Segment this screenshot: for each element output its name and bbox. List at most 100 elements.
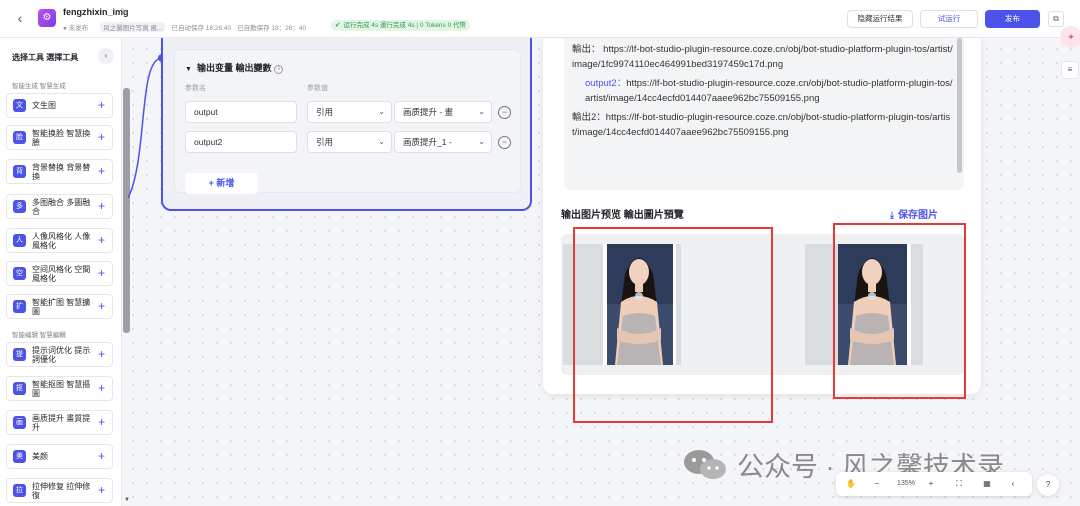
zoom-in-icon[interactable]: + xyxy=(924,477,938,491)
chevron-down-icon: ⌄ xyxy=(478,137,485,146)
tool-item-quality-enhance[interactable]: 画 画质提升 畫質提升 + xyxy=(6,410,113,435)
add-icon[interactable]: + xyxy=(98,165,105,178)
wechat-logo-icon xyxy=(684,449,726,479)
tool-label: 拉伸修复 拉伸修復 xyxy=(32,482,91,500)
prompt-optimize-icon: 提 xyxy=(13,348,26,361)
param-ref-value: 画质提升_1 - xyxy=(403,137,452,147)
column-header-value: 参数值 xyxy=(307,85,328,92)
param-type-select[interactable]: 引用 ⌄ xyxy=(307,101,392,123)
add-icon[interactable]: + xyxy=(98,382,105,395)
workflow-description: 风之馨图片写真 風... xyxy=(100,21,166,32)
hide-result-button[interactable]: 隐藏运行结果 xyxy=(847,10,913,28)
tool-label: 文生图 xyxy=(32,101,56,110)
app-name: fengzhixin_img xyxy=(63,7,129,17)
tool-item-space-stylize[interactable]: 空 空间风格化 空間風格化 + xyxy=(6,261,113,286)
portrait-stylize-icon: 人 xyxy=(13,234,26,247)
minimap-icon[interactable]: ▦ xyxy=(980,477,994,491)
smart-expand-icon: 扩 xyxy=(13,300,26,313)
stretch-repair-icon: 拉 xyxy=(13,484,26,497)
autosave-simplified: 已自动保存 18:26:40 xyxy=(171,24,232,32)
hand-tool-icon[interactable]: ✋ xyxy=(844,477,858,491)
tool-label: 人像风格化 人像風格化 xyxy=(32,232,91,250)
add-icon[interactable]: + xyxy=(98,300,105,313)
help-icon[interactable]: ? xyxy=(1037,474,1059,496)
tool-item-face-swap[interactable]: 脸 智能换脸 智慧換臉 + xyxy=(6,125,113,150)
log-url: https://lf-bot-studio-plugin-resource.co… xyxy=(572,112,951,138)
back-arrow-icon[interactable]: ‹ xyxy=(12,10,28,26)
tool-item-text-to-image[interactable]: 文 文生图 + xyxy=(6,93,113,118)
smart-cutout-icon: 抠 xyxy=(13,382,26,395)
scroll-down-icon[interactable]: ▼ xyxy=(124,497,130,503)
add-icon[interactable]: + xyxy=(98,450,105,463)
meta-row: ● 未发布 风之馨图片写真 風... 已自动保存 18:26:40 已自動保存 … xyxy=(63,21,312,32)
collapse-sidebar-icon[interactable]: ‹ xyxy=(98,48,114,64)
tool-item-beauty[interactable]: 美 美颜 + xyxy=(6,444,113,469)
remove-row-icon[interactable]: − xyxy=(498,106,511,119)
highlight-box-left xyxy=(573,227,773,423)
param-name-input[interactable]: output2 xyxy=(185,131,297,153)
text-to-image-icon: 文 xyxy=(13,99,26,112)
column-header-name: 参数名 xyxy=(185,85,206,92)
publish-button[interactable]: 发布 xyxy=(985,10,1040,28)
tool-item-background-replace[interactable]: 背 背景替换 背景替換 + xyxy=(6,159,113,184)
quality-enhance-icon: 画 xyxy=(13,416,26,429)
chevron-down-icon[interactable]: ▼ xyxy=(185,66,192,73)
copy-icon[interactable]: ⧉ xyxy=(1048,11,1064,27)
end-node-card[interactable]: ▼ 输出变量 輸出變數 i 参数名 参数值 output 引用 ⌄ 画质提升 - 畫… xyxy=(161,38,532,211)
log-line: 輸出2：https://lf-bot-studio-plugin-resourc… xyxy=(572,110,954,140)
edit-icon[interactable]: ✎ xyxy=(120,7,127,16)
add-icon[interactable]: + xyxy=(98,200,105,213)
chevron-down-icon: ⌄ xyxy=(378,107,385,116)
param-type-select[interactable]: 引用 ⌄ xyxy=(307,131,392,153)
param-type-value: 引用 xyxy=(316,107,334,117)
download-icon: ⤓ xyxy=(890,210,894,220)
log-scrollbar[interactable] xyxy=(957,38,962,173)
beauty-icon: 美 xyxy=(13,450,26,463)
chevron-down-icon: ⌄ xyxy=(478,107,485,116)
add-icon[interactable]: + xyxy=(98,484,105,497)
save-image-button[interactable]: ⤓ 保存图片 xyxy=(890,206,938,221)
tool-sidebar: 选择工具 選擇工具 ‹ 智能生成 智慧生成 文 文生图 + 脸 智能换脸 智慧換… xyxy=(0,38,122,506)
variables-panel-icon[interactable]: ≡ xyxy=(1061,61,1079,79)
remove-row-icon[interactable]: − xyxy=(498,136,511,149)
zoom-level[interactable]: 135% xyxy=(890,477,922,491)
section-label-generate: 智能生成 智慧生成 xyxy=(12,83,66,90)
add-icon[interactable]: + xyxy=(98,267,105,280)
zoom-out-icon[interactable]: − xyxy=(870,477,884,491)
add-icon[interactable]: + xyxy=(98,234,105,247)
publish-status: ● 未发布 xyxy=(63,24,89,32)
add-icon[interactable]: + xyxy=(98,416,105,429)
info-icon[interactable]: i xyxy=(274,65,284,74)
tool-label: 背景替换 背景替換 xyxy=(32,163,91,181)
log-prefix: 輸出： xyxy=(572,44,601,55)
tool-item-stretch-repair[interactable]: 拉 拉伸修复 拉伸修復 + xyxy=(6,478,113,503)
add-variable-label: 新增 xyxy=(216,178,235,188)
test-run-button[interactable]: 试运行 xyxy=(920,10,978,28)
tool-label: 智能换脸 智慧換臉 xyxy=(32,129,91,147)
tool-item-portrait-stylize[interactable]: 人 人像风格化 人像風格化 + xyxy=(6,228,113,253)
assistant-icon[interactable]: ✦ xyxy=(1060,26,1080,48)
param-ref-select[interactable]: 画质提升_1 - ⌄ xyxy=(394,131,492,153)
preview-title: 输出图片预览 輸出圖片預覽 xyxy=(561,210,684,221)
autosave-traditional: 已自動保存 18：26：40 xyxy=(237,24,307,32)
param-ref-value: 画质提升 - 畫 xyxy=(403,107,454,117)
run-status-badge: ✔ 运行完成 4s 運行完成 4s | 0 Tokens 0 代幣 xyxy=(331,20,471,31)
output-variables-header[interactable]: ▼ 输出变量 輸出變數 i xyxy=(185,61,284,74)
add-icon[interactable]: + xyxy=(98,99,105,112)
tool-item-multi-image-fusion[interactable]: 多 多图融合 多圖融合 + xyxy=(6,194,113,219)
log-line: output2：https://lf-bot-studio-plugin-res… xyxy=(572,76,954,106)
tool-item-smart-expand[interactable]: 扩 智能扩图 智慧擴圖 + xyxy=(6,294,113,319)
check-circle-icon: ✔ xyxy=(335,22,341,29)
tool-item-smart-cutout[interactable]: 抠 智能抠图 智慧摳圖 + xyxy=(6,376,113,401)
add-variable-button[interactable]: + 新增 xyxy=(185,173,258,194)
add-icon[interactable]: + xyxy=(98,131,105,144)
param-type-value: 引用 xyxy=(316,137,334,147)
collapse-toolbar-icon[interactable]: ‹ xyxy=(1006,477,1020,491)
add-icon[interactable]: + xyxy=(98,348,105,361)
fit-view-icon[interactable]: ⛶ xyxy=(952,477,966,491)
param-name-input[interactable]: output xyxy=(185,101,297,123)
tool-item-prompt-optimize[interactable]: 提 提示词优化 提示詞優化 + xyxy=(6,342,113,367)
tool-label: 提示词优化 提示詞優化 xyxy=(32,346,91,364)
param-ref-select[interactable]: 画质提升 - 畫 ⌄ xyxy=(394,101,492,123)
tool-label: 空间风格化 空間風格化 xyxy=(32,265,91,283)
